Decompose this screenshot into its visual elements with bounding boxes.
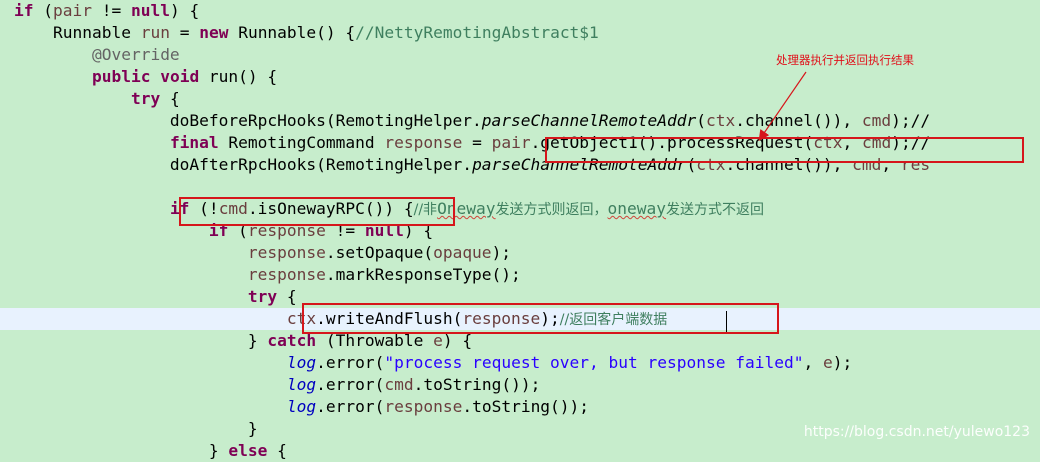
text-cursor xyxy=(726,311,727,332)
callout-label: 处理器执行并返回执行结果 xyxy=(776,53,914,67)
watermark: https://blog.csdn.net/yulewo123 xyxy=(803,424,1030,440)
